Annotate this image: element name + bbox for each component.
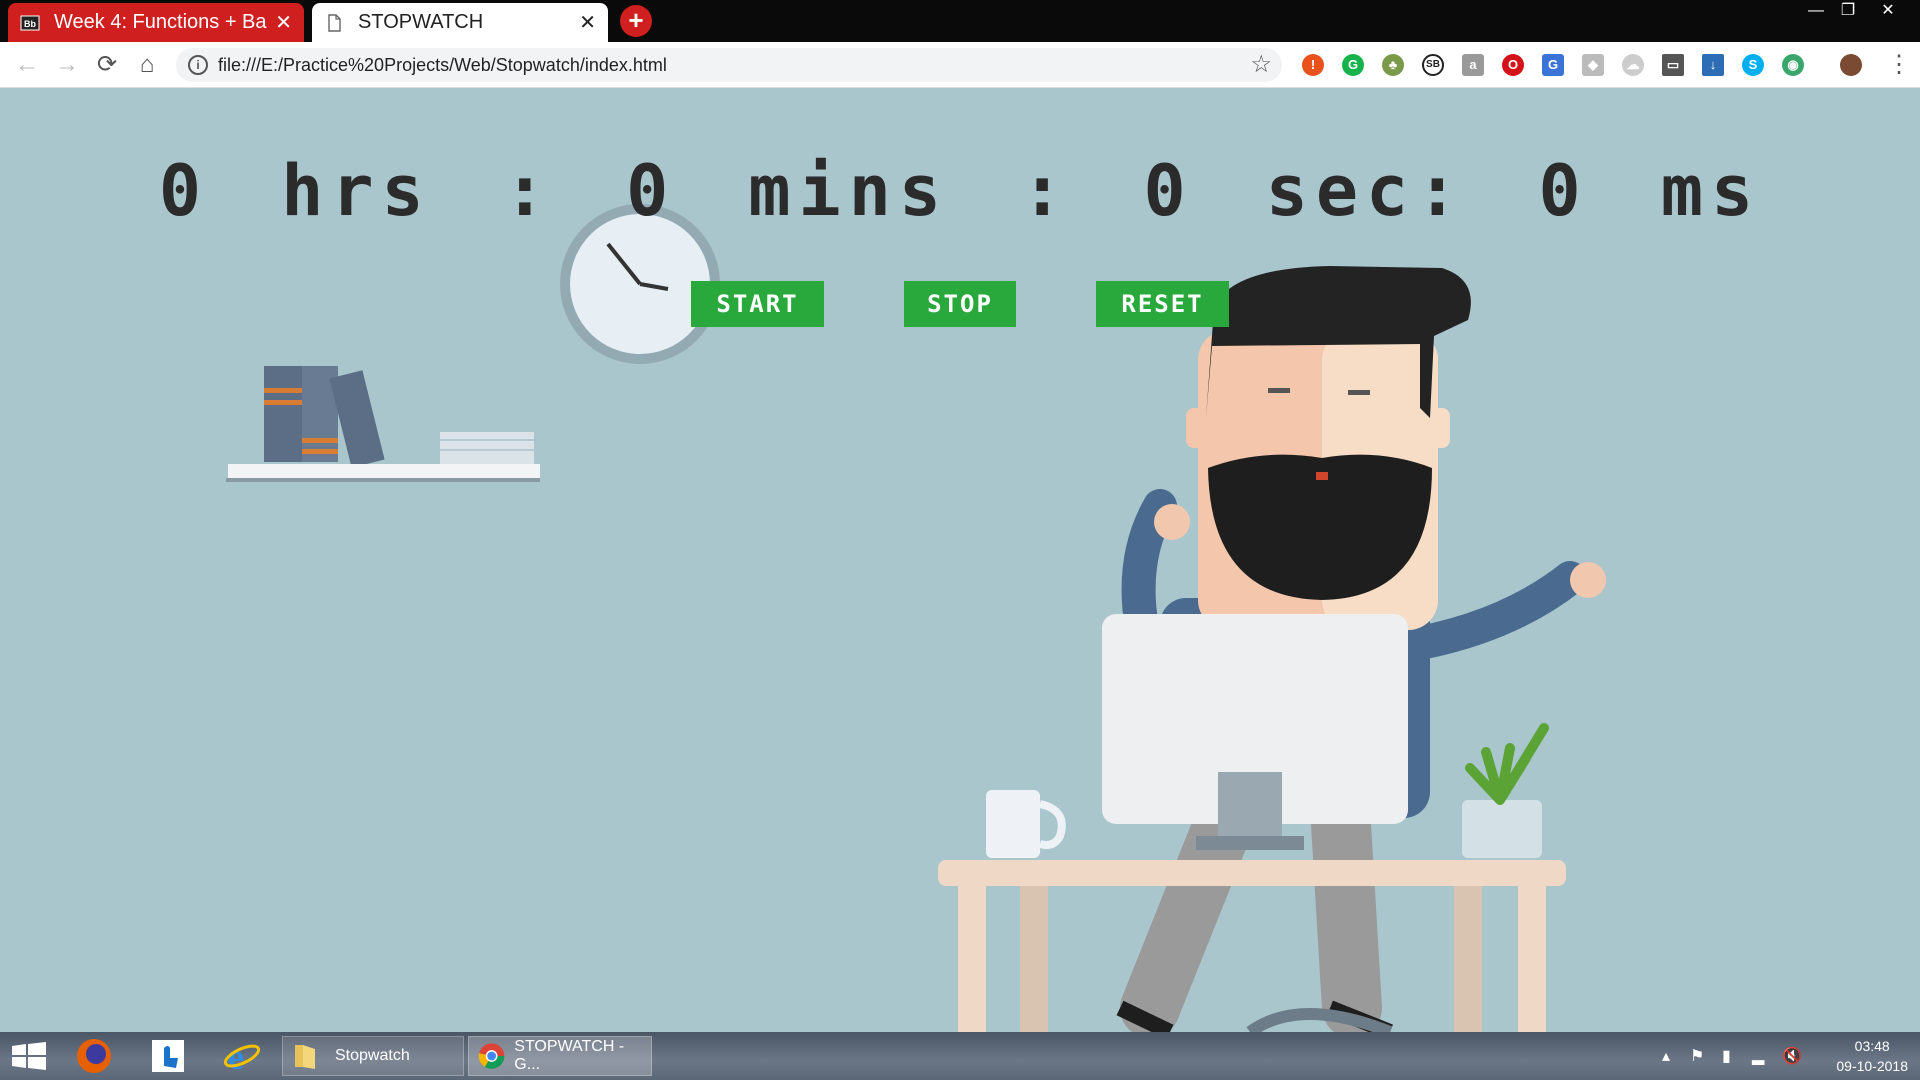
bookshelf-icon [226, 366, 540, 482]
cloud-extension-icon[interactable]: ☁ [1622, 54, 1644, 76]
skype-extension-icon[interactable]: S [1742, 54, 1764, 76]
svg-text:Bb: Bb [24, 19, 36, 29]
internet-explorer-icon[interactable]: e [222, 1034, 262, 1078]
page-icon [328, 13, 341, 32]
windows-start-icon[interactable] [12, 1042, 46, 1070]
cast-extension-icon[interactable]: ▭ [1662, 54, 1684, 76]
info-icon[interactable]: i [188, 55, 208, 75]
close-window-button[interactable]: ✕ [1872, 0, 1904, 24]
new-tab-button[interactable]: + [620, 5, 652, 37]
taskbar: e Stopwatch STOPWATCH - G... ▴ ⚑ ▮ ▂ 🔇 0… [0, 1032, 1920, 1080]
taskbar-window-chrome[interactable]: STOPWATCH - G... [468, 1036, 652, 1076]
show-hidden-icons-icon[interactable]: ▴ [1662, 1046, 1670, 1066]
separator: : [503, 150, 554, 232]
chrome-icon [478, 1043, 505, 1069]
milliseconds-unit: ms [1660, 150, 1762, 232]
bookmark-star-icon[interactable]: ☆ [1250, 50, 1272, 79]
stop-button[interactable]: STOP [904, 281, 1016, 327]
reset-button[interactable]: RESET [1096, 281, 1229, 327]
start-button[interactable]: START [691, 281, 824, 327]
seconds-value: 0 [1143, 150, 1194, 232]
tab-title: STOPWATCH [358, 11, 484, 33]
tab-close-icon[interactable]: ✕ [275, 10, 292, 35]
timer-display: 0 hrs : 0 mins : 0 sec: 0 ms [0, 150, 1920, 232]
flag-icon[interactable]: ⚑ [1690, 1046, 1704, 1066]
forward-icon[interactable]: → [52, 50, 82, 80]
browser-toolbar: ← → ⟳ ⌂ i file:///E:/Practice%20Projects… [0, 42, 1920, 88]
avatar[interactable] [1840, 54, 1862, 76]
tab-close-icon[interactable]: ✕ [579, 10, 596, 35]
taskbar-window-stopwatch-folder[interactable]: Stopwatch [282, 1036, 464, 1076]
milliseconds-value: 0 [1538, 150, 1589, 232]
tab-week4[interactable]: Bb Week 4: Functions + Bab ✕ [8, 3, 304, 42]
home-icon[interactable]: ⌂ [132, 50, 162, 80]
volume-muted-icon[interactable]: 🔇 [1782, 1046, 1802, 1066]
clock-date: 09-10-2018 [1836, 1058, 1908, 1074]
restore-button[interactable]: ❐ [1832, 0, 1864, 24]
plant-extension-icon[interactable]: ♣ [1382, 54, 1404, 76]
minutes-unit: mins [748, 150, 949, 232]
seconds-unit: sec: [1265, 150, 1467, 232]
hours-unit: hrs [281, 150, 432, 232]
mug-icon [986, 790, 1066, 858]
window-label: STOPWATCH - G... [514, 1038, 625, 1073]
clock-time: 03:48 [1854, 1038, 1890, 1054]
tab-stopwatch[interactable]: STOPWATCH ✕ [312, 3, 608, 42]
folder-icon [295, 1045, 315, 1069]
tab-title: Week 4: Functions + Bab [54, 11, 268, 33]
minimize-button[interactable]: — [1800, 0, 1832, 24]
cube-extension-icon[interactable]: ◆ [1582, 54, 1604, 76]
download-extension-icon[interactable]: ↓ [1702, 54, 1724, 76]
alert-extension-icon[interactable]: ! [1302, 54, 1324, 76]
back-icon[interactable]: ← [12, 50, 42, 80]
system-clock[interactable]: 03:48 09-10-2018 [1836, 1036, 1908, 1076]
globe-extension-icon[interactable]: ◉ [1782, 54, 1804, 76]
touch-app-icon[interactable] [148, 1034, 188, 1078]
network-icon[interactable]: ▂ [1752, 1046, 1764, 1066]
stamp-extension-icon[interactable]: a [1462, 54, 1484, 76]
plant-icon [1462, 723, 1549, 858]
url-text: file:///E:/Practice%20Projects/Web/Stopw… [218, 55, 667, 75]
desk-illustration [938, 860, 1566, 1032]
hours-value: 0 [158, 150, 210, 232]
minutes-value: 0 [626, 150, 677, 232]
monitor-illustration [1102, 614, 1408, 850]
separator: : [1021, 150, 1072, 232]
window-label: Stopwatch [335, 1047, 410, 1064]
menu-icon[interactable]: ⋮ [1884, 50, 1914, 80]
sb-extension-icon[interactable]: SB [1422, 54, 1444, 76]
grammarly-extension-icon[interactable]: G [1342, 54, 1364, 76]
blackboard-icon: Bb [20, 15, 40, 30]
address-bar[interactable]: i file:///E:/Practice%20Projects/Web/Sto… [176, 48, 1282, 82]
tab-strip: Bb Week 4: Functions + Bab ✕ STOPWATCH ✕… [0, 0, 1920, 42]
opera-extension-icon[interactable]: O [1502, 54, 1524, 76]
firefox-icon[interactable] [74, 1034, 114, 1078]
reload-icon[interactable]: ⟳ [92, 50, 122, 80]
translate-extension-icon[interactable]: G [1542, 54, 1564, 76]
stopwatch-page: 0 hrs : 0 mins : 0 sec: 0 ms START STOP … [0, 88, 1920, 1032]
battery-icon[interactable]: ▮ [1722, 1046, 1731, 1066]
